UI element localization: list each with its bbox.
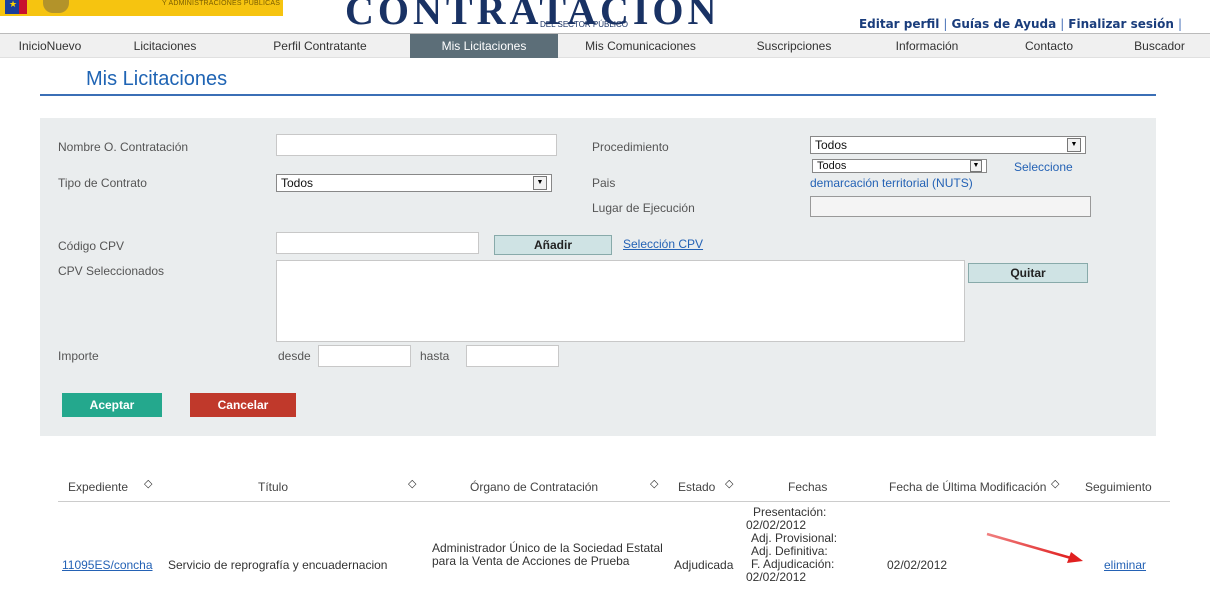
- cancelar-button[interactable]: Cancelar: [190, 393, 296, 417]
- site-logo-subtitle: DEL SECTOR PÚBLICO: [540, 20, 629, 29]
- aceptar-button[interactable]: Aceptar: [62, 393, 162, 417]
- f-adjudicacion-value: 02/02/2012: [746, 570, 807, 584]
- codigo-cpv-label: Código CPV: [58, 239, 125, 253]
- spain-flag-icon: [19, 0, 27, 14]
- nav-informacion[interactable]: Información: [865, 34, 989, 58]
- red-annotation-arrow-icon: [986, 532, 1083, 563]
- desde-label: desde: [278, 349, 311, 363]
- importe-hasta-input[interactable]: [466, 345, 559, 367]
- cpv-seleccionados-label: CPV Seleccionados: [58, 264, 165, 278]
- nav-licitaciones[interactable]: Licitaciones: [100, 34, 230, 58]
- col-expediente[interactable]: Expediente: [68, 480, 128, 494]
- col-fechas[interactable]: Fechas: [788, 480, 827, 494]
- col-organo[interactable]: Órgano de Contratación: [470, 480, 598, 494]
- nombre-label: Nombre O. Contratación: [58, 140, 189, 154]
- sort-icon[interactable]: ◇: [650, 477, 658, 490]
- edit-profile-link[interactable]: Editar perfil: [859, 17, 939, 31]
- ministry-strip: Y ADMINISTRACIONES PÚBLICAS: [0, 0, 283, 16]
- table-header: Expediente ◇ Título ◇ Órgano de Contrata…: [58, 474, 1170, 502]
- nav-buscador[interactable]: Buscador: [1109, 34, 1210, 58]
- pais-select[interactable]: Todos ▼: [812, 159, 987, 173]
- lugar-ejecucion-input[interactable]: [810, 196, 1091, 217]
- expediente-link[interactable]: 11095ES/concha: [62, 558, 153, 572]
- organo-cell: Administrador Único de la Sociedad Estat…: [432, 541, 663, 568]
- importe-label: Importe: [58, 349, 99, 363]
- tipo-contrato-select[interactable]: Todos ▼: [276, 174, 552, 192]
- col-seguimiento[interactable]: Seguimiento: [1085, 480, 1152, 494]
- quitar-button[interactable]: Quitar: [968, 263, 1088, 283]
- help-guides-link[interactable]: Guías de Ayuda: [951, 17, 1056, 31]
- titulo-cell: Servicio de reprografía y encuadernacion: [168, 558, 388, 572]
- chevron-down-icon: ▼: [970, 160, 982, 172]
- site-logo[interactable]: CONTRATACIÓN: [345, 0, 720, 34]
- sort-icon[interactable]: ◇: [144, 477, 152, 490]
- fechas-cell: Presentación: 02/02/2012 Adj. Provisiona…: [746, 506, 837, 584]
- ministry-text: Y ADMINISTRACIONES PÚBLICAS: [162, 0, 281, 7]
- search-filter-panel: Nombre O. Contratación Procedimiento Tod…: [40, 118, 1156, 436]
- chevron-down-icon: ▼: [1067, 138, 1081, 152]
- coat-of-arms-icon: [43, 0, 69, 13]
- sort-icon[interactable]: ◇: [725, 477, 733, 490]
- lugar-ejecucion-label: Lugar de Ejecución: [592, 201, 695, 215]
- procedimiento-selected-value: Todos: [815, 138, 848, 152]
- cpv-seleccionados-list[interactable]: [276, 260, 965, 342]
- nav-inicio[interactable]: InicioNuevo: [0, 34, 100, 58]
- hasta-label: hasta: [420, 349, 450, 363]
- nav-suscripciones[interactable]: Suscripciones: [723, 34, 865, 58]
- page-title: Mis Licitaciones: [86, 68, 228, 90]
- nuts-link[interactable]: demarcación territorial (NUTS): [810, 176, 973, 190]
- nav-mis-comunicaciones[interactable]: Mis Comunicaciones: [558, 34, 723, 58]
- anadir-button[interactable]: Añadir: [494, 235, 612, 255]
- col-estado[interactable]: Estado: [678, 480, 715, 494]
- seleccion-cpv-link[interactable]: Selección CPV: [623, 237, 703, 251]
- main-nav: InicioNuevo Licitaciones Perfil Contrata…: [0, 33, 1210, 58]
- sort-icon[interactable]: ◇: [408, 477, 416, 490]
- separator: |: [1177, 17, 1182, 31]
- pais-selected-value: Todos: [817, 160, 847, 172]
- chevron-down-icon: ▼: [533, 176, 547, 190]
- importe-desde-input[interactable]: [318, 345, 411, 367]
- nav-contacto[interactable]: Contacto: [989, 34, 1109, 58]
- seleccione-link[interactable]: Seleccione: [1014, 160, 1073, 174]
- separator: |: [1060, 17, 1065, 31]
- nombre-organo-input[interactable]: [276, 134, 557, 156]
- codigo-cpv-input[interactable]: [276, 232, 479, 254]
- procedimiento-select[interactable]: Todos ▼: [810, 136, 1086, 154]
- procedimiento-label: Procedimiento: [592, 140, 669, 154]
- ultima-modificacion-cell: 02/02/2012: [887, 558, 948, 572]
- nav-mis-licitaciones[interactable]: Mis Licitaciones: [410, 33, 558, 58]
- tipo-contrato-selected-value: Todos: [281, 176, 314, 190]
- col-titulo[interactable]: Título: [258, 480, 288, 494]
- user-links: Editar perfil | Guías de Ayuda | Finalizar s…: [859, 17, 1186, 31]
- col-ultima-modificacion[interactable]: Fecha de Última Modificación: [889, 480, 1046, 494]
- estado-cell: Adjudicada: [674, 558, 734, 572]
- nav-perfil-contratante[interactable]: Perfil Contratante: [230, 34, 410, 58]
- pais-label: Pais: [592, 176, 616, 190]
- top-banner: Y ADMINISTRACIONES PÚBLICAS CONTRATACIÓN…: [0, 0, 1210, 34]
- eliminar-link[interactable]: eliminar: [1104, 558, 1146, 572]
- title-divider: [40, 94, 1156, 96]
- sort-icon[interactable]: ◇: [1051, 477, 1059, 490]
- logout-link[interactable]: Finalizar sesión: [1068, 17, 1174, 31]
- tipo-contrato-label: Tipo de Contrato: [58, 176, 147, 190]
- separator: |: [943, 17, 948, 31]
